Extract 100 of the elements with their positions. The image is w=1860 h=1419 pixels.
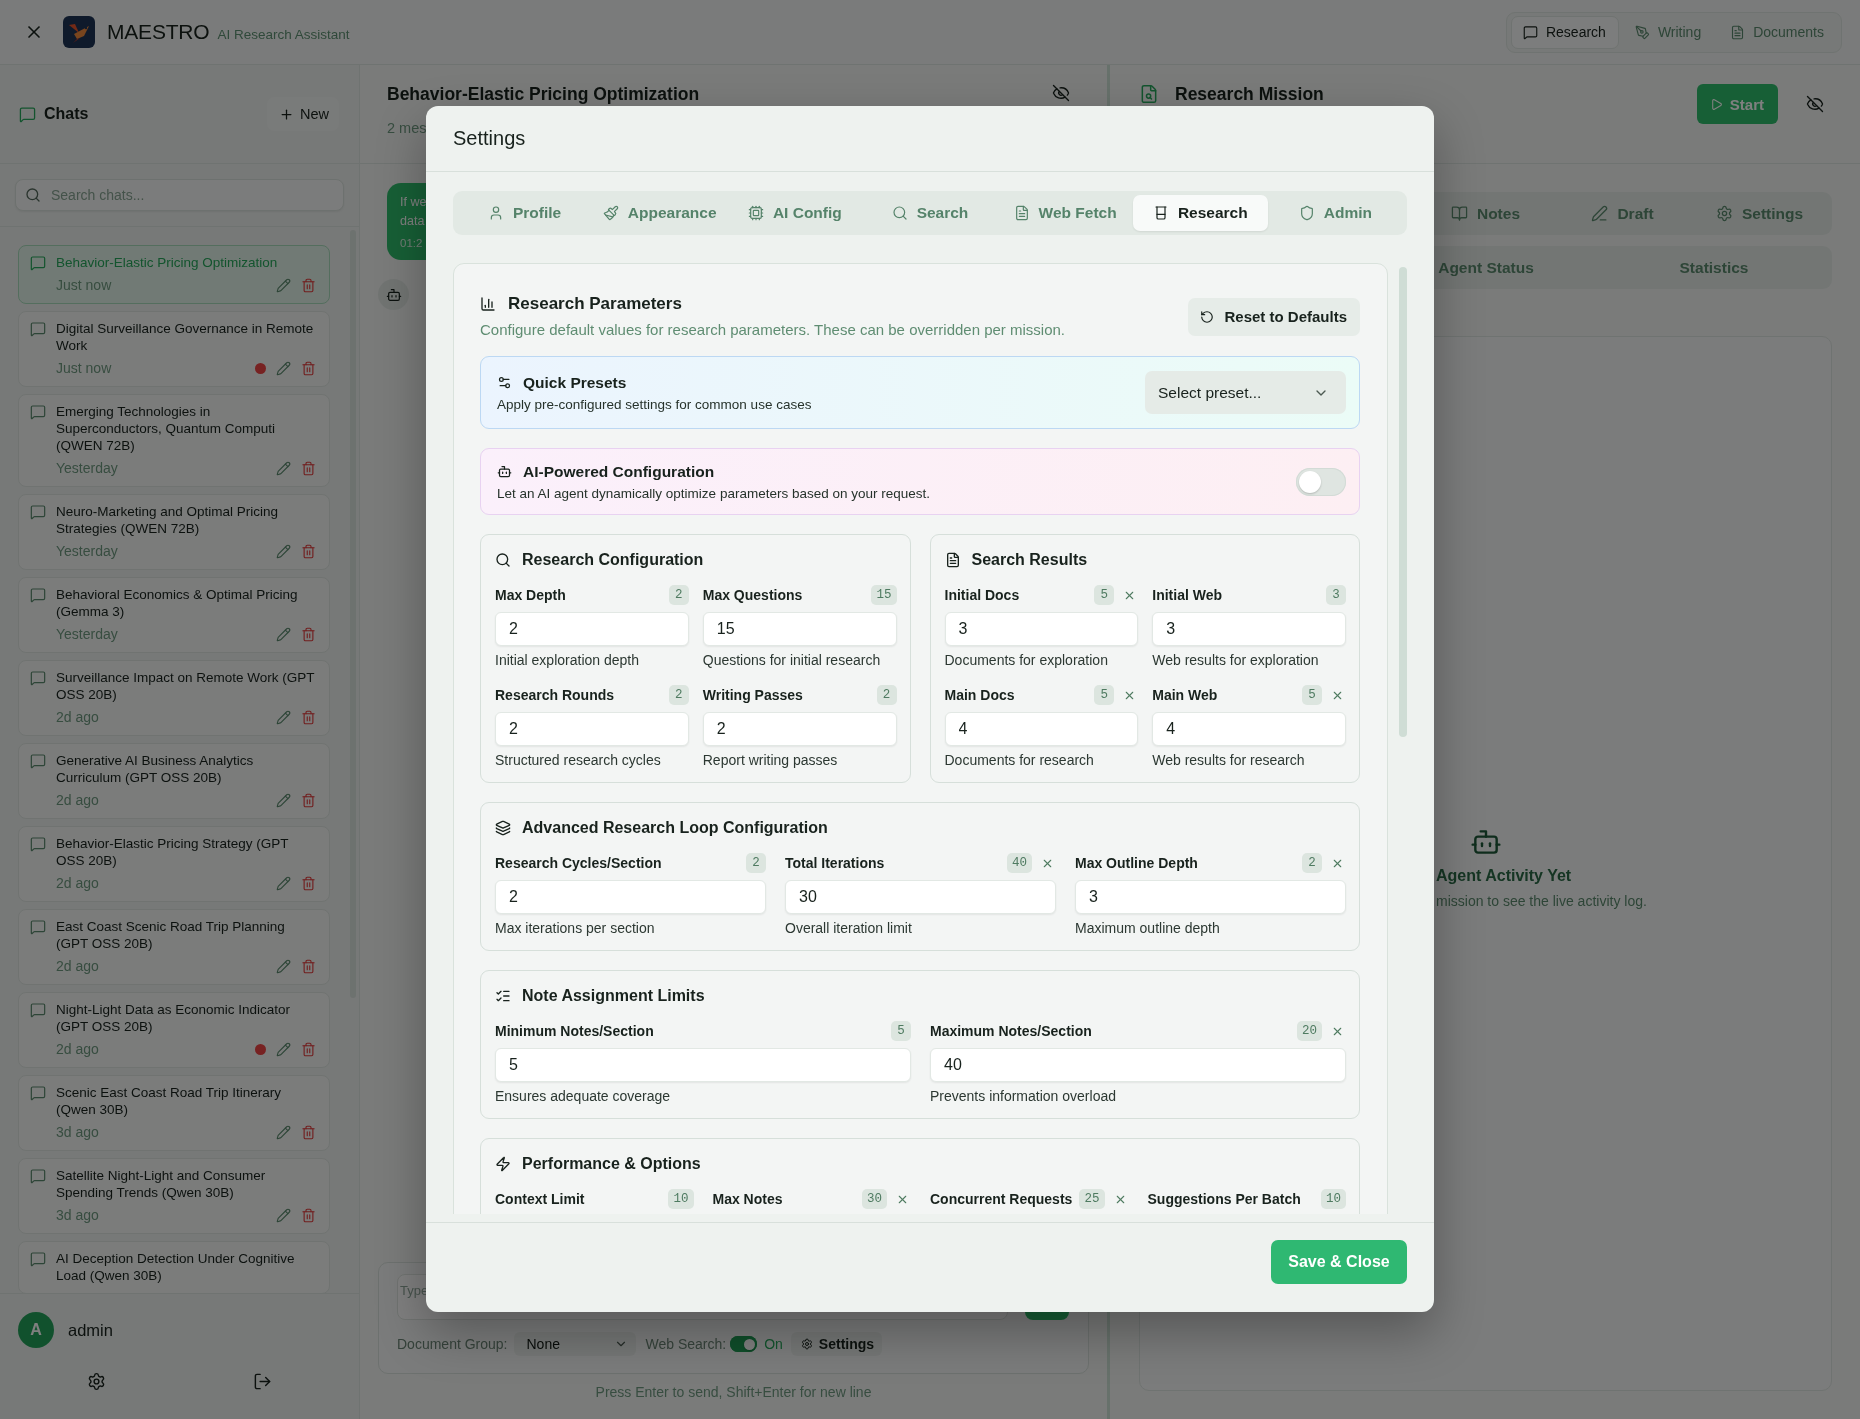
trash-icon[interactable] bbox=[301, 792, 316, 808]
checklist-icon bbox=[495, 988, 511, 1004]
chat-icon bbox=[30, 321, 46, 337]
nav-tab[interactable]: Research bbox=[1510, 15, 1619, 49]
pencil-icon[interactable] bbox=[276, 709, 291, 725]
pencil-icon bbox=[1591, 205, 1609, 222]
default-badge: 15 bbox=[871, 585, 897, 605]
pencil-icon[interactable] bbox=[276, 1207, 291, 1223]
settings-icon[interactable] bbox=[87, 1372, 107, 1391]
shield-icon bbox=[1298, 205, 1315, 221]
pencil-icon[interactable] bbox=[276, 1124, 291, 1140]
search-icon bbox=[25, 187, 41, 203]
field-label: Max Notes bbox=[712, 1191, 783, 1207]
number-input[interactable]: 30 bbox=[785, 880, 1056, 914]
number-input[interactable]: 5 bbox=[495, 1048, 911, 1082]
pencil-icon[interactable] bbox=[276, 277, 291, 293]
chat-title: Night-Light Data as Economic Indicator (GPT OSS 20B) bbox=[56, 1001, 292, 1035]
number-input[interactable]: 2 bbox=[702, 712, 897, 746]
field-label: Main Web bbox=[1152, 687, 1218, 703]
trash-icon[interactable] bbox=[301, 709, 316, 725]
chat-time: 3d ago bbox=[56, 1124, 99, 1140]
reset-button[interactable]: Reset to Defaults bbox=[1188, 297, 1360, 336]
number-input[interactable]: 4 bbox=[1152, 712, 1346, 746]
pencil-icon[interactable] bbox=[276, 875, 291, 891]
trash-icon[interactable] bbox=[301, 360, 316, 376]
field-label: Max Questions bbox=[702, 587, 803, 603]
save-button[interactable]: Save & Close bbox=[1271, 1240, 1407, 1284]
settings-button[interactable]: Settings bbox=[790, 1332, 883, 1356]
chat-item[interactable]: Behavior-Elastic Pricing Strategy (GPT OSS 20B) 2d ago bbox=[18, 826, 330, 902]
trash-icon[interactable] bbox=[301, 543, 316, 559]
chat-item[interactable]: Emerging Technologies in Superconductors, Quantum Computi (QWEN 72B) Yesterday bbox=[18, 394, 330, 487]
pencil-icon[interactable] bbox=[276, 792, 291, 808]
chat-time: Yesterday bbox=[56, 626, 118, 642]
ai-config-toggle[interactable] bbox=[1296, 467, 1346, 496]
trash-icon[interactable] bbox=[301, 1207, 316, 1223]
nav-tab[interactable]: Documents bbox=[1718, 15, 1837, 49]
chat-item[interactable]: Satellite Night-Light and Consumer Spending Trends (Qwen 30B) 3d ago bbox=[18, 1158, 330, 1234]
number-input[interactable]: 3 bbox=[944, 612, 1139, 646]
chat-item[interactable]: Neuro-Marketing and Optimal Pricing Strategies (QWEN 72B) Yesterday bbox=[18, 494, 330, 570]
number-input[interactable]: 3 bbox=[1075, 880, 1346, 914]
nav-tab[interactable]: Writing bbox=[1622, 15, 1715, 49]
chat-item[interactable]: Surveillance Impact on Remote Work (GPT OSS 20B) 2d ago bbox=[18, 660, 330, 736]
chat-time: 2d ago bbox=[56, 875, 99, 891]
document-group-select[interactable]: None bbox=[513, 1332, 636, 1356]
pencil-icon[interactable] bbox=[276, 1041, 291, 1057]
chat-item[interactable]: AI Deception Detection Under Cognitive Load (Qwen 30B) bbox=[18, 1241, 330, 1293]
category-tab[interactable]: Research bbox=[1132, 195, 1268, 231]
chat-icon bbox=[30, 836, 46, 852]
field-label: Document Group: bbox=[397, 1336, 508, 1352]
chat-item[interactable]: East Coast Scenic Road Trip Planning (GPT OSS 20B) 2d ago bbox=[18, 909, 330, 985]
category-tab[interactable]: Search bbox=[862, 195, 998, 231]
chat-title: Emerging Technologies in Superconductors, Quantum Computi (QWEN 72B) bbox=[56, 403, 277, 454]
number-input[interactable]: 2 bbox=[495, 612, 689, 646]
chat-item[interactable]: Digital Surveillance Governance in Remote Work Just now bbox=[18, 311, 330, 387]
trash-icon[interactable] bbox=[301, 277, 316, 293]
default-badge: 2 bbox=[668, 685, 689, 705]
category-tab[interactable]: Web Fetch bbox=[997, 195, 1133, 231]
category-tab[interactable]: AI Config bbox=[727, 195, 863, 231]
number-input[interactable]: 15 bbox=[702, 612, 897, 646]
category-tab[interactable]: Profile bbox=[457, 195, 593, 231]
user-avatar: A bbox=[18, 1312, 54, 1348]
panel-tab[interactable]: Notes bbox=[1417, 196, 1554, 231]
number-input[interactable]: 40 bbox=[930, 1048, 1346, 1082]
panel-description: Let an AI agent dynamically optimize parameters based on your request. bbox=[497, 484, 930, 502]
number-input[interactable]: 2 bbox=[495, 880, 766, 914]
eye-off-icon[interactable] bbox=[1052, 84, 1070, 102]
pencil-icon[interactable] bbox=[276, 626, 291, 642]
category-tab[interactable]: Admin bbox=[1267, 195, 1403, 231]
trash-icon[interactable] bbox=[301, 626, 316, 642]
chat-item[interactable]: Behavioral Economics & Optimal Pricing (Gemma 3) Yesterday bbox=[18, 577, 330, 653]
chat-item[interactable]: Generative AI Business Analytics Curriculum (GPT OSS 20B) 2d ago bbox=[18, 743, 330, 819]
chat-time: 2d ago bbox=[56, 792, 99, 808]
chat-item[interactable]: Scenic East Coast Road Trip Itinerary (Qwen 30B) 3d ago bbox=[18, 1075, 330, 1151]
pencil-icon[interactable] bbox=[276, 360, 291, 376]
panel-title: AI-Powered Configuration bbox=[523, 462, 715, 481]
chat-title: Generative AI Business Analytics Curriculum (GPT OSS 20B) bbox=[56, 752, 255, 786]
trash-icon[interactable] bbox=[301, 1124, 316, 1140]
preset-select[interactable]: Select preset... bbox=[1145, 371, 1346, 414]
field-label: Research Rounds bbox=[495, 687, 615, 703]
category-tab[interactable]: Appearance bbox=[592, 195, 728, 231]
number-input[interactable]: 4 bbox=[944, 712, 1139, 746]
chat-title: East Coast Scenic Road Trip Planning (GPT OSS 20B) bbox=[56, 918, 286, 952]
field-hint: Ensures adequate coverage bbox=[495, 1089, 672, 1104]
eye-off-icon[interactable] bbox=[1806, 95, 1824, 113]
document-icon bbox=[944, 552, 961, 568]
trash-icon[interactable] bbox=[301, 958, 316, 974]
trash-icon[interactable] bbox=[301, 875, 316, 891]
logout-icon[interactable] bbox=[252, 1372, 272, 1391]
chat-icon bbox=[30, 1002, 46, 1018]
number-input[interactable]: 3 bbox=[1152, 612, 1346, 646]
number-input[interactable]: 2 bbox=[495, 712, 689, 746]
pencil-icon[interactable] bbox=[276, 543, 291, 559]
chat-icon bbox=[30, 670, 46, 686]
chat-item[interactable]: Night-Light Data as Economic Indicator (GPT OSS 20B) 2d ago bbox=[18, 992, 330, 1068]
pencil-icon[interactable] bbox=[276, 958, 291, 974]
web-search-toggle[interactable] bbox=[730, 1336, 758, 1352]
trash-icon[interactable] bbox=[301, 1041, 316, 1057]
trash-icon[interactable] bbox=[301, 460, 316, 476]
default-badge: 30 bbox=[862, 1189, 887, 1209]
pencil-icon[interactable] bbox=[276, 460, 291, 476]
